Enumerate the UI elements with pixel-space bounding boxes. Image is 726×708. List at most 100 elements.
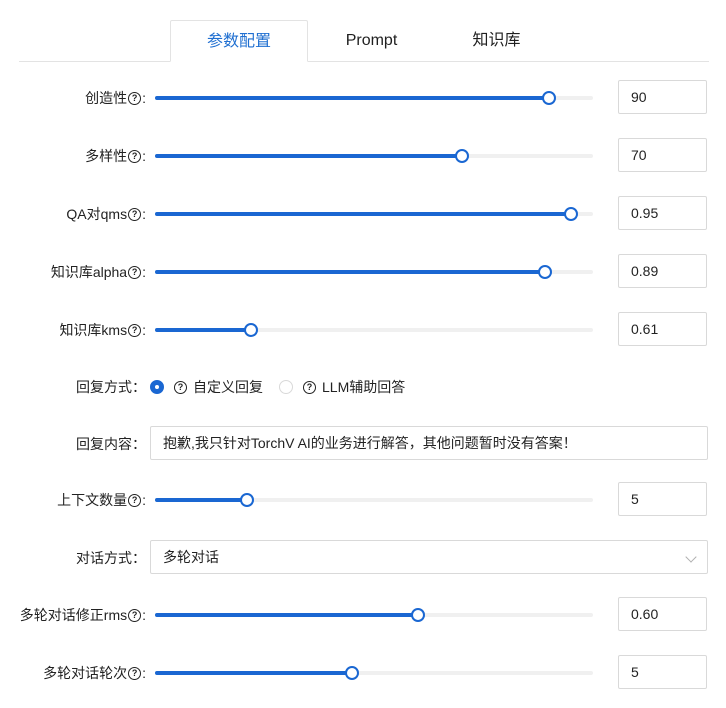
dialog-mode-label-text: 对话方式 xyxy=(76,550,132,566)
context-count-label: 上下文数量?: xyxy=(57,482,146,518)
slider-handle[interactable] xyxy=(410,608,425,622)
slider-handle[interactable] xyxy=(542,91,557,105)
multi-turns-label-text: 多轮对话轮次 xyxy=(43,665,128,681)
slider-handle[interactable] xyxy=(239,493,254,507)
dialog-mode-row: 对话方式： 多轮对话 xyxy=(0,540,726,576)
label-colon: : xyxy=(142,148,146,164)
slider-handle[interactable] xyxy=(345,666,360,680)
qa-qms-label: QA对qms?: xyxy=(66,196,146,232)
label-colon: : xyxy=(142,90,146,106)
slider-fill xyxy=(155,613,418,617)
context-count-input[interactable]: 5 xyxy=(618,482,707,516)
diversity-slider[interactable] xyxy=(155,149,593,163)
label-colon: : xyxy=(142,492,146,508)
slider-handle[interactable] xyxy=(454,149,469,163)
reply-content-label-text: 回复内容 xyxy=(76,436,132,452)
multi-rms-row: 多轮对话修正rms?: 0.60 xyxy=(0,597,726,633)
kb-alpha-row: 知识库alpha?: 0.89 xyxy=(0,254,726,290)
slider-handle[interactable] xyxy=(564,207,579,221)
slider-fill xyxy=(155,212,572,216)
slider-handle[interactable] xyxy=(537,265,552,279)
slider-fill xyxy=(155,96,550,100)
radio-custom-reply-label: 自定义回复 xyxy=(193,379,263,395)
multi-turns-row: 多轮对话轮次?: 5 xyxy=(0,655,726,691)
chevron-down-icon[interactable] xyxy=(685,551,697,563)
kb-kms-label-text: 知识库kms xyxy=(59,322,128,338)
help-icon[interactable]: ? xyxy=(128,207,142,221)
creativity-row: 创造性?: 90 xyxy=(0,80,726,116)
kb-kms-slider[interactable] xyxy=(155,323,593,337)
multi-rms-slider[interactable] xyxy=(155,608,593,622)
help-icon[interactable]: ? xyxy=(128,666,142,680)
context-count-row: 上下文数量?: 5 xyxy=(0,482,726,518)
creativity-slider[interactable] xyxy=(155,91,593,105)
radio-llm-assist-label: LLM辅助回答 xyxy=(322,379,406,395)
multi-rms-input[interactable]: 0.60 xyxy=(618,597,707,631)
tab-knowledge-base[interactable]: 知识库 xyxy=(444,20,549,60)
reply-mode-row: 回复方式： ? 自定义回复 ? LLM辅助回答 xyxy=(0,369,726,405)
diversity-input[interactable]: 70 xyxy=(618,138,707,172)
help-icon[interactable]: ? xyxy=(128,493,142,507)
label-colon: ： xyxy=(132,436,146,452)
creativity-label-text: 创造性 xyxy=(85,90,128,106)
qa-qms-input[interactable]: 0.95 xyxy=(618,196,707,230)
label-colon: ： xyxy=(132,550,146,566)
reply-content-input[interactable]: 抱歉,我只针对TorchV AI的业务进行解答，其他问题暂时没有答案！ xyxy=(150,426,708,460)
tab-prompt[interactable]: Prompt xyxy=(319,20,424,60)
reply-mode-label: 回复方式： xyxy=(76,369,146,405)
radio-llm-assist[interactable]: ? LLM辅助回答 xyxy=(279,377,405,397)
qa-qms-label-text: QA对qms xyxy=(66,206,128,222)
reply-mode-radio-group: ? 自定义回复 ? LLM辅助回答 xyxy=(150,369,421,405)
help-icon[interactable]: ? xyxy=(128,608,142,622)
label-colon: ： xyxy=(132,379,146,395)
diversity-row: 多样性?: 70 xyxy=(0,138,726,174)
label-colon: : xyxy=(142,206,146,222)
slider-fill xyxy=(155,671,353,675)
creativity-label: 创造性?: xyxy=(85,80,146,116)
help-icon[interactable]: ? xyxy=(128,91,142,105)
reply-content-label: 回复内容： xyxy=(76,426,146,462)
multi-rms-label-text: 多轮对话修正rms xyxy=(19,607,128,623)
reply-mode-label-text: 回复方式 xyxy=(76,379,132,395)
help-icon[interactable]: ? xyxy=(128,323,142,337)
kb-alpha-label-text: 知识库alpha xyxy=(50,264,128,280)
kb-kms-input[interactable]: 0.61 xyxy=(618,312,707,346)
slider-fill xyxy=(155,154,462,158)
kb-alpha-label: 知识库alpha?: xyxy=(51,254,146,290)
multi-rms-label: 多轮对话修正rms?: xyxy=(20,597,146,633)
multi-turns-label: 多轮对话轮次?: xyxy=(43,655,146,691)
kb-alpha-slider[interactable] xyxy=(155,265,593,279)
radio-custom-reply[interactable]: ? 自定义回复 xyxy=(150,377,263,397)
label-colon: : xyxy=(142,665,146,681)
dialog-mode-select[interactable]: 多轮对话 xyxy=(150,540,708,574)
slider-fill xyxy=(155,270,545,274)
radio-button-selected[interactable] xyxy=(150,380,164,394)
help-icon[interactable]: ? xyxy=(128,265,142,279)
multi-turns-slider[interactable] xyxy=(155,666,593,680)
diversity-label: 多样性?: xyxy=(85,138,146,174)
dialog-mode-value: 多轮对话 xyxy=(163,549,219,565)
kb-kms-label: 知识库kms?: xyxy=(59,312,146,348)
context-count-label-text: 上下文数量 xyxy=(57,492,128,508)
qa-qms-slider[interactable] xyxy=(155,207,593,221)
label-colon: : xyxy=(142,322,146,338)
dialog-mode-label: 对话方式： xyxy=(76,540,146,576)
diversity-label-text: 多样性 xyxy=(85,148,128,164)
tab-params[interactable]: 参数配置 xyxy=(170,20,308,62)
slider-fill xyxy=(155,498,247,502)
slider-fill xyxy=(155,328,252,332)
creativity-input[interactable]: 90 xyxy=(618,80,707,114)
radio-button[interactable] xyxy=(279,380,293,394)
help-icon[interactable]: ? xyxy=(303,380,316,394)
kb-kms-row: 知识库kms?: 0.61 xyxy=(0,312,726,348)
qa-qms-row: QA对qms?: 0.95 xyxy=(0,196,726,232)
context-count-slider[interactable] xyxy=(155,493,593,507)
tab-bar: 参数配置 Prompt 知识库 xyxy=(19,20,709,62)
label-colon: : xyxy=(142,607,146,623)
help-icon[interactable]: ? xyxy=(128,149,142,163)
multi-turns-input[interactable]: 5 xyxy=(618,655,707,689)
kb-alpha-input[interactable]: 0.89 xyxy=(618,254,707,288)
label-colon: : xyxy=(142,264,146,280)
help-icon[interactable]: ? xyxy=(174,380,187,394)
slider-handle[interactable] xyxy=(244,323,259,337)
